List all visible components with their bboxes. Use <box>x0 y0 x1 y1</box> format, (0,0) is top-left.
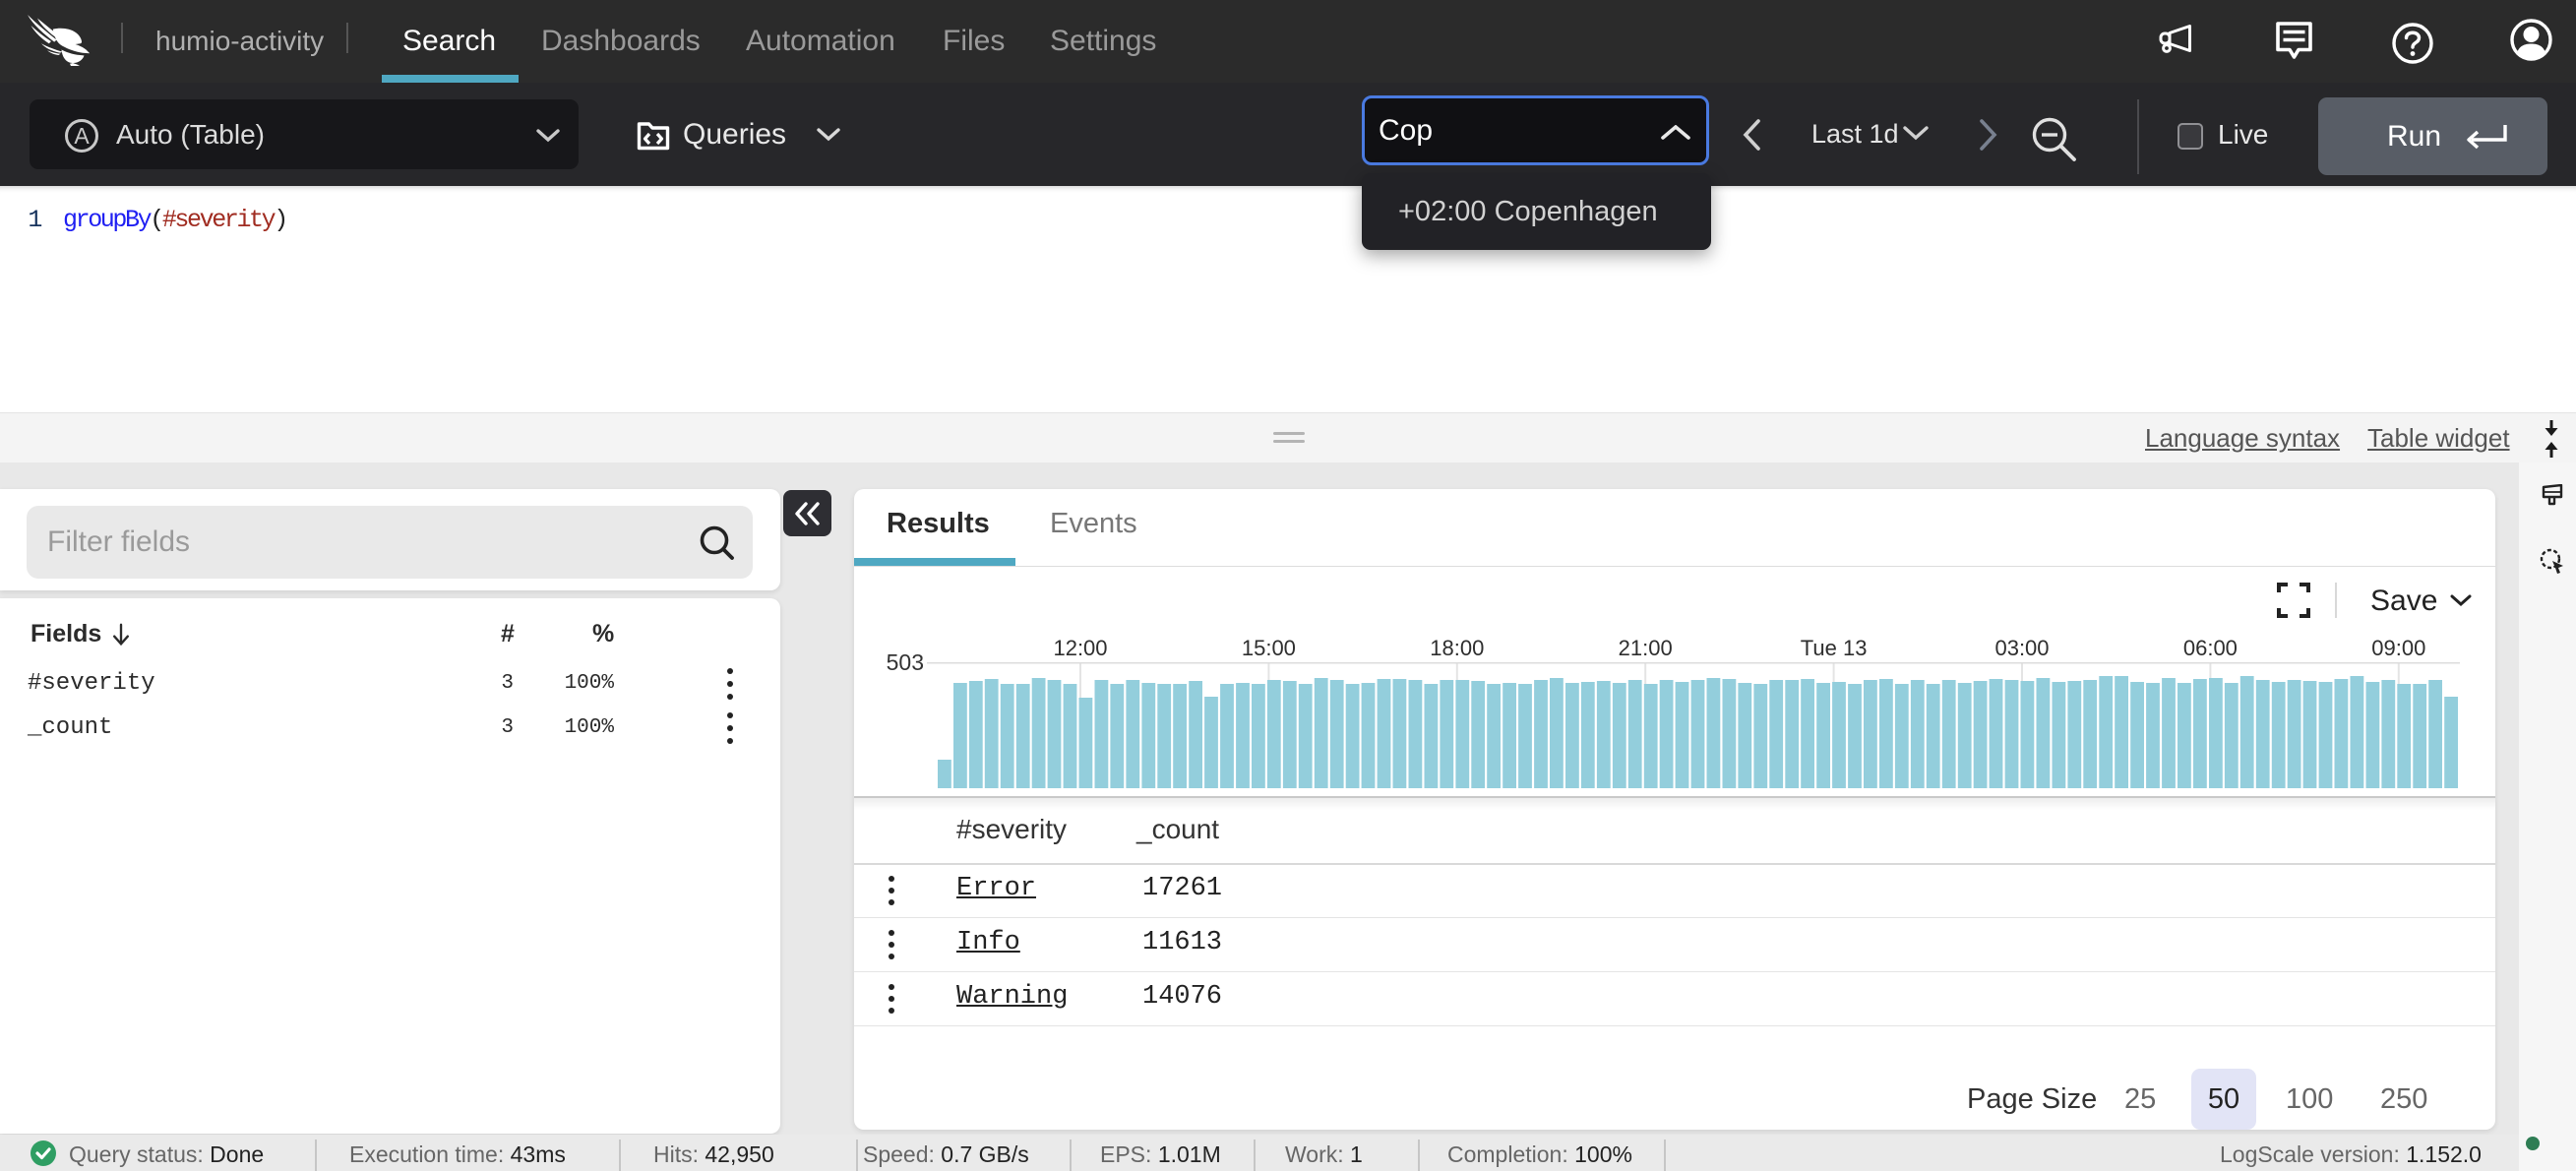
svg-text:18:00: 18:00 <box>1430 636 1484 660</box>
svg-text:15:00: 15:00 <box>1242 636 1296 660</box>
svg-text:Tue 13: Tue 13 <box>1801 636 1868 660</box>
svg-text:12:00: 12:00 <box>1053 636 1107 660</box>
svg-text:503: 503 <box>887 649 924 675</box>
svg-text:09:00: 09:00 <box>2371 636 2425 660</box>
svg-text:21:00: 21:00 <box>1619 636 1673 660</box>
svg-text:06:00: 06:00 <box>2183 636 2238 660</box>
svg-text:03:00: 03:00 <box>1994 636 2049 660</box>
